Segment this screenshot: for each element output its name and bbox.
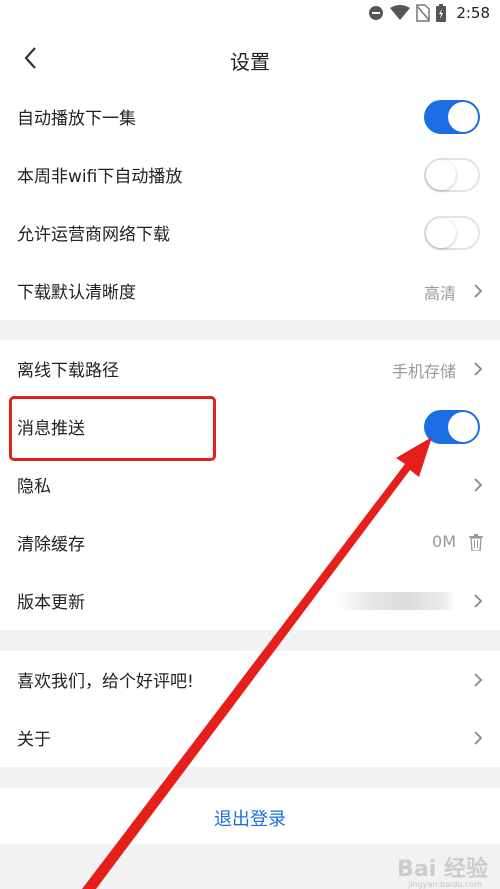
logout-row[interactable]: 退出登录	[0, 788, 500, 844]
setting-version-update[interactable]: 版本更新	[0, 572, 500, 630]
autoplay-next-toggle[interactable]	[424, 100, 480, 134]
settings-group-general: 离线下载路径 手机存储 消息推送 隐私 清除缓存 0M 版本更新	[0, 340, 500, 630]
blurred-version-text	[336, 592, 456, 610]
wifi-icon	[390, 5, 411, 20]
chevron-right-icon	[474, 594, 483, 608]
chevron-right-icon	[474, 478, 483, 492]
carrier-download-toggle[interactable]	[424, 216, 480, 250]
setting-label: 允许运营商网络下载	[17, 225, 170, 245]
header: 设置	[0, 30, 500, 88]
battery-icon	[436, 4, 447, 22]
logout-button[interactable]: 退出登录	[0, 805, 500, 831]
setting-rate-us[interactable]: 喜欢我们，给个好评吧!	[0, 651, 500, 709]
toggle-knob	[426, 218, 456, 248]
chevron-right-icon	[474, 284, 483, 298]
status-icons: 2:58	[368, 4, 490, 22]
toggle-knob	[426, 160, 456, 190]
push-notifications-toggle[interactable]	[424, 410, 480, 444]
toggle-knob	[448, 412, 478, 442]
setting-default-quality[interactable]: 下载默认清晰度 高清	[0, 262, 500, 320]
offline-path-value: 手机存储	[391, 362, 456, 381]
chevron-right-icon	[474, 731, 483, 745]
setting-about[interactable]: 关于	[0, 709, 500, 767]
chevron-right-icon	[474, 673, 483, 687]
setting-clear-cache[interactable]: 清除缓存 0M	[0, 514, 500, 572]
setting-label: 离线下载路径	[17, 361, 119, 381]
trash-icon[interactable]	[469, 534, 483, 551]
annotation-highlight-box	[9, 396, 216, 461]
settings-group-about: 喜欢我们，给个好评吧! 关于	[0, 651, 500, 767]
status-bar: 2:58	[0, 0, 500, 30]
setting-label: 版本更新	[17, 593, 85, 613]
chevron-right-icon	[474, 362, 483, 376]
toggle-knob	[448, 102, 478, 132]
no-sim-icon	[416, 4, 431, 22]
dnd-icon	[369, 6, 384, 20]
setting-label: 关于	[17, 730, 51, 750]
setting-offline-path[interactable]: 离线下载路径 手机存储	[0, 340, 500, 398]
setting-label: 清除缓存	[17, 535, 85, 555]
setting-label: 本周非wifi下自动播放	[17, 167, 183, 187]
cache-size-value: 0M	[432, 532, 456, 551]
setting-label: 自动播放下一集	[17, 109, 136, 129]
setting-label: 下载默认清晰度	[17, 283, 136, 303]
default-quality-value: 高清	[423, 284, 456, 303]
status-time: 2:58	[456, 4, 490, 22]
page-title: 设置	[230, 50, 270, 74]
setting-privacy[interactable]: 隐私	[0, 456, 500, 514]
setting-label: 喜欢我们，给个好评吧!	[17, 672, 194, 692]
setting-label: 隐私	[17, 477, 51, 497]
watermark-logo: Bai 经验	[397, 857, 488, 882]
setting-autoplay-non-wifi[interactable]: 本周非wifi下自动播放	[0, 146, 500, 204]
settings-group-playback: 自动播放下一集 本周非wifi下自动播放 允许运营商网络下载 下载默认清晰度 高…	[0, 88, 500, 320]
watermark-url: jingyan.baidu.com	[408, 880, 482, 889]
setting-autoplay-next[interactable]: 自动播放下一集	[0, 88, 500, 146]
setting-carrier-download[interactable]: 允许运营商网络下载	[0, 204, 500, 262]
autoplay-non-wifi-toggle[interactable]	[424, 158, 480, 192]
